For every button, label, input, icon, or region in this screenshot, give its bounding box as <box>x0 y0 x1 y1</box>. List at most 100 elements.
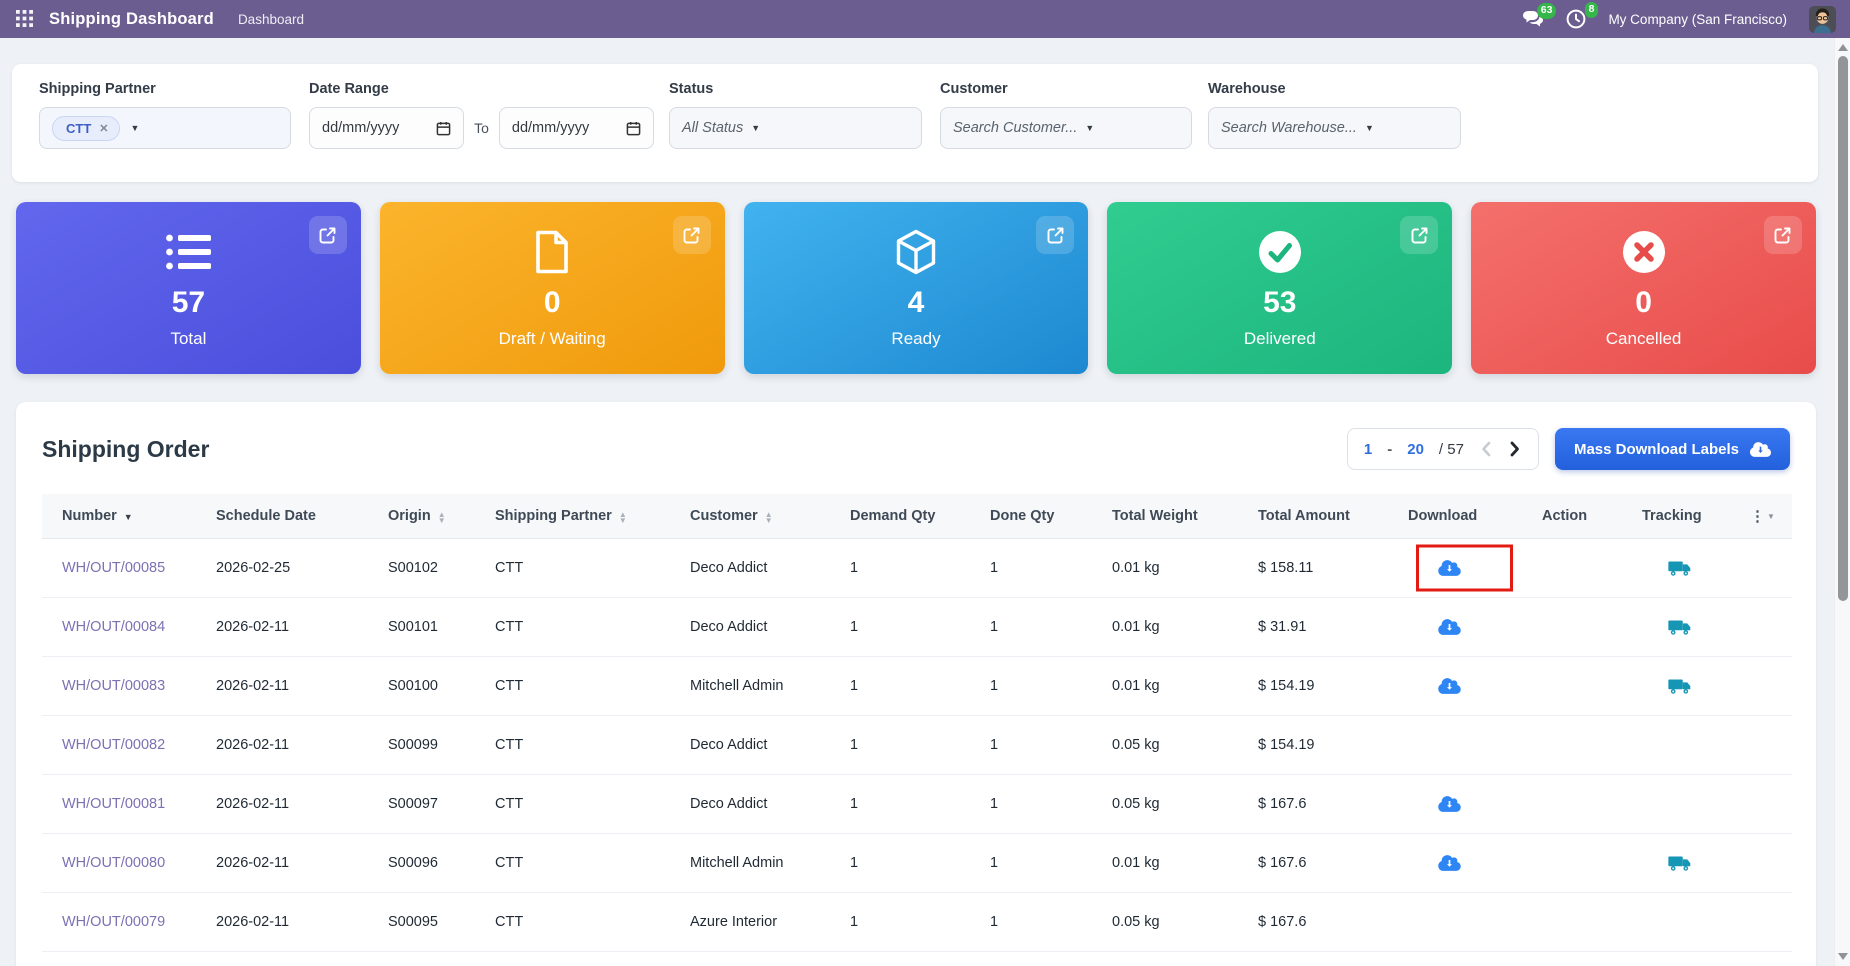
cell-demand-qty: 1 <box>842 834 982 893</box>
chevron-left-icon <box>1481 441 1491 457</box>
cell-tracking <box>1634 834 1742 893</box>
column-header-total-weight[interactable]: Total Weight <box>1104 494 1250 539</box>
warehouse-placeholder: Search Warehouse... <box>1221 120 1357 136</box>
filter-customer: Customer Search Customer... ▼ <box>940 81 1192 165</box>
order-number-link[interactable]: WH/OUT/00079 <box>62 914 165 930</box>
truck-icon[interactable] <box>1668 677 1691 695</box>
prev-page-button[interactable] <box>1479 439 1493 459</box>
column-label: Customer <box>690 508 758 524</box>
apps-menu-button[interactable] <box>10 6 41 32</box>
truck-icon[interactable] <box>1668 559 1691 577</box>
top-navbar: Shipping Dashboard Dashboard 63 8 My Com… <box>0 0 1850 38</box>
sort-both-icon: ▲▼ <box>619 512 627 524</box>
status-select[interactable]: All Status ▼ <box>669 107 922 149</box>
stat-card-ready[interactable]: 4Ready <box>744 202 1089 374</box>
user-avatar[interactable] <box>1809 6 1836 33</box>
cloud-download-icon[interactable] <box>1438 559 1461 577</box>
truck-icon[interactable] <box>1668 618 1691 636</box>
cell-download <box>1400 834 1534 893</box>
list-icon <box>165 228 211 276</box>
cloud-download-icon[interactable] <box>1438 618 1461 636</box>
warehouse-select[interactable]: Search Warehouse... ▼ <box>1208 107 1461 149</box>
external-link-icon[interactable] <box>309 216 347 254</box>
column-header-schedule-date[interactable]: Schedule Date <box>208 494 380 539</box>
column-label: Total Amount <box>1258 508 1350 524</box>
calendar-icon <box>626 121 641 136</box>
stat-card-cancelled[interactable]: 0Cancelled <box>1471 202 1816 374</box>
mass-download-labels-button[interactable]: Mass Download Labels <box>1555 428 1790 470</box>
customer-select[interactable]: Search Customer... ▼ <box>940 107 1192 149</box>
column-header-total-amount[interactable]: Total Amount <box>1250 494 1400 539</box>
cell-shipping-partner: CTT <box>487 775 682 834</box>
cell-shipping-partner: CTT <box>487 716 682 775</box>
scrollbar-thumb[interactable] <box>1838 56 1848 601</box>
stat-card-total[interactable]: 57Total <box>16 202 361 374</box>
order-number-link[interactable]: WH/OUT/00084 <box>62 619 165 635</box>
column-header-done-qty[interactable]: Done Qty <box>982 494 1104 539</box>
column-header-number[interactable]: Number▼ <box>42 494 208 539</box>
page-from[interactable]: 1 <box>1364 441 1372 458</box>
cell-total-amount: $ 154.19 <box>1250 716 1400 775</box>
activities-button[interactable]: 8 <box>1566 9 1586 29</box>
cell-demand-qty: 1 <box>842 716 982 775</box>
column-header-demand-qty[interactable]: Demand Qty <box>842 494 982 539</box>
date-range-label: Date Range <box>309 81 654 97</box>
cloud-download-icon[interactable] <box>1438 677 1461 695</box>
external-link-icon[interactable] <box>1036 216 1074 254</box>
cell-shipping-partner: CTT <box>487 834 682 893</box>
chevron-down-icon: ▼ <box>1365 123 1374 133</box>
cell-options <box>1742 834 1792 893</box>
external-link-icon[interactable] <box>1764 216 1802 254</box>
stat-card-delivered[interactable]: 53Delivered <box>1107 202 1452 374</box>
check-circle-icon <box>1258 228 1302 276</box>
remove-tag-icon[interactable]: ✕ <box>99 122 108 135</box>
stat-value: 57 <box>172 288 205 318</box>
cell-demand-qty: 1 <box>842 657 982 716</box>
table-row: WH/OUT/000812026-02-11S00097CTTDeco Addi… <box>42 775 1792 834</box>
truck-icon[interactable] <box>1668 854 1691 872</box>
column-options-button[interactable]: ⋮▼ <box>1742 494 1792 539</box>
cell-download <box>1400 775 1534 834</box>
cell-action <box>1534 775 1634 834</box>
order-number-link[interactable]: WH/OUT/00083 <box>62 678 165 694</box>
scrollbar-down-arrow[interactable] <box>1838 953 1848 960</box>
column-label: Schedule Date <box>216 508 316 524</box>
column-header-action[interactable]: Action <box>1534 494 1634 539</box>
next-page-button[interactable] <box>1508 439 1522 459</box>
shipping-partner-select[interactable]: CTT ✕ ▼ <box>39 107 291 149</box>
external-link-icon[interactable] <box>673 216 711 254</box>
file-icon <box>535 228 569 276</box>
cell-schedule-date: 2026-02-11 <box>208 598 380 657</box>
cell-action <box>1534 716 1634 775</box>
cell-options <box>1742 716 1792 775</box>
column-header-origin[interactable]: Origin▲▼ <box>380 494 487 539</box>
cloud-download-icon[interactable] <box>1438 854 1461 872</box>
column-header-customer[interactable]: Customer▲▼ <box>682 494 842 539</box>
cloud-download-icon[interactable] <box>1438 795 1461 813</box>
company-name[interactable]: My Company (San Francisco) <box>1608 12 1787 27</box>
page-scrollbar[interactable] <box>1834 38 1850 966</box>
menu-dashboard[interactable]: Dashboard <box>238 12 304 27</box>
column-label: Tracking <box>1642 508 1702 524</box>
cell-download <box>1400 716 1534 775</box>
order-number-link[interactable]: WH/OUT/00082 <box>62 737 165 753</box>
cell-demand-qty: 1 <box>842 893 982 952</box>
cell-tracking <box>1634 716 1742 775</box>
date-to-input[interactable]: dd/mm/yyyy <box>499 107 654 149</box>
column-header-shipping-partner[interactable]: Shipping Partner▲▼ <box>487 494 682 539</box>
external-link-icon[interactable] <box>1400 216 1438 254</box>
column-header-download[interactable]: Download <box>1400 494 1534 539</box>
column-header-tracking[interactable]: Tracking <box>1634 494 1742 539</box>
scrollbar-up-arrow[interactable] <box>1838 44 1848 51</box>
shipping-partner-label: Shipping Partner <box>39 81 291 97</box>
page-to[interactable]: 20 <box>1407 441 1424 458</box>
order-number-link[interactable]: WH/OUT/00080 <box>62 855 165 871</box>
date-from-input[interactable]: dd/mm/yyyy <box>309 107 464 149</box>
cell-total-amount: $ 154.19 <box>1250 657 1400 716</box>
column-label: Done Qty <box>990 508 1054 524</box>
order-number-link[interactable]: WH/OUT/00081 <box>62 796 165 812</box>
cell-total-weight: 0.01 kg <box>1104 657 1250 716</box>
messages-button[interactable]: 63 <box>1522 10 1544 28</box>
order-number-link[interactable]: WH/OUT/00085 <box>62 560 165 576</box>
stat-card-draft-waiting[interactable]: 0Draft / Waiting <box>380 202 725 374</box>
